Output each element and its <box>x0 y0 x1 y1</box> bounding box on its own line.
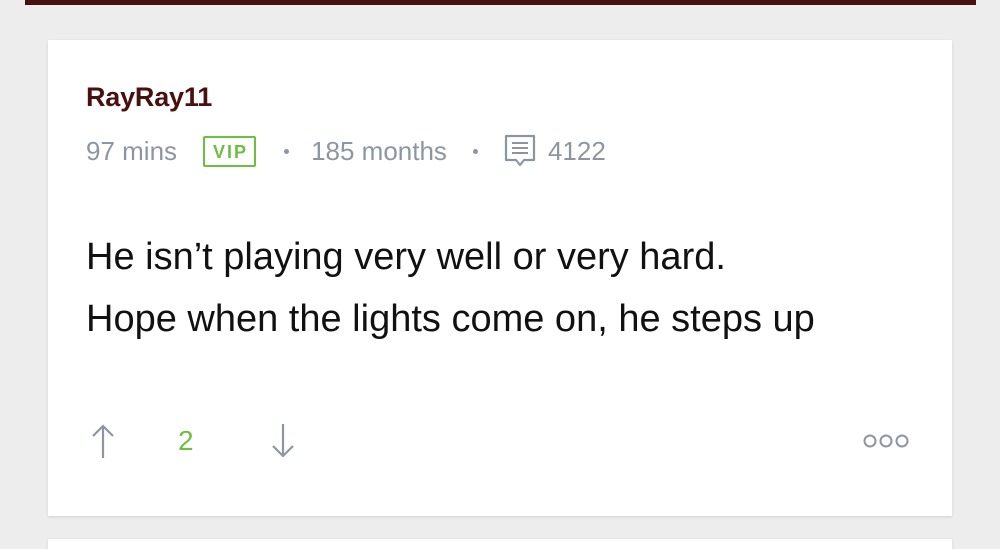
comment-body-line: Hope when the lights come on, he steps u… <box>86 298 815 340</box>
comment-bubble-icon <box>504 134 536 168</box>
downvote-button[interactable] <box>270 422 296 460</box>
comment-body-line: He isn’t playing very well or very hard. <box>86 236 726 278</box>
comment-meta: 97 mins VIP 185 months 4122 <box>86 133 606 169</box>
post-count: 4122 <box>547 135 606 166</box>
more-options-button[interactable] <box>862 428 912 454</box>
timestamp: 97 mins <box>86 135 178 166</box>
vip-badge: VIP <box>203 135 257 167</box>
separator-dot <box>284 148 290 154</box>
vote-count: 2 <box>178 425 194 456</box>
comment-body: He isn’t playing very well or very hard.… <box>86 226 926 350</box>
next-comment-card <box>48 539 952 549</box>
username-link[interactable]: RayRay11 <box>86 82 212 113</box>
membership-duration: 185 months <box>311 135 447 166</box>
separator-dot <box>472 148 478 154</box>
upvote-button[interactable] <box>90 422 116 460</box>
header-bar <box>25 0 976 5</box>
comment-card: RayRay11 97 mins VIP 185 months 4122 He … <box>48 40 952 516</box>
more-options-icon <box>863 434 909 448</box>
arrow-up-icon <box>92 424 114 458</box>
arrow-down-icon <box>272 424 294 458</box>
